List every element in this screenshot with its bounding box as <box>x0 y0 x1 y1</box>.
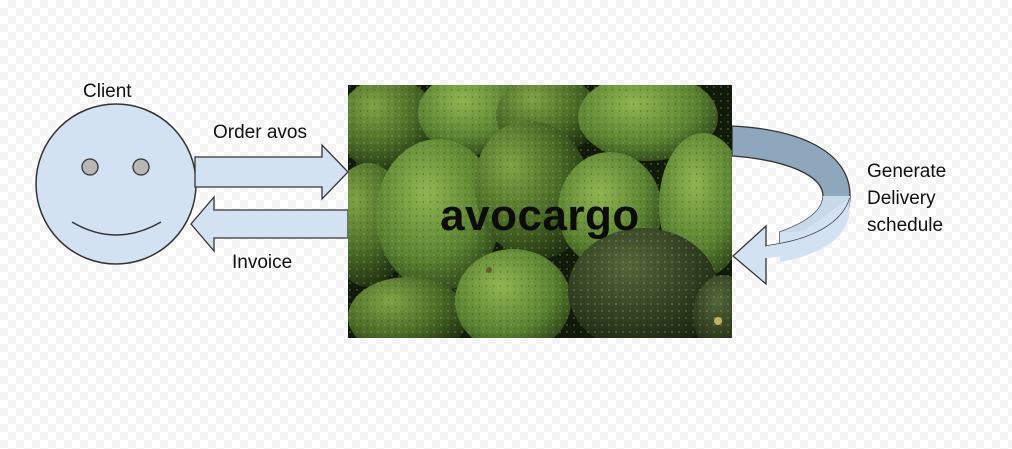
loop-label-line-1: Generate <box>867 161 947 182</box>
avocado-photo: avocargo <box>348 85 732 338</box>
schedule-loop-arrow <box>731 125 851 286</box>
loop-label-line-3: schedule <box>867 215 944 236</box>
loop-label-line-2: Delivery <box>867 188 936 209</box>
left-eye <box>81 158 99 176</box>
right-eye <box>132 158 150 176</box>
client-face <box>35 103 197 265</box>
client-label: Client <box>83 81 132 102</box>
order-arrow <box>194 143 349 201</box>
invoice-label: Invoice <box>232 252 293 273</box>
invoice-arrow <box>190 195 349 253</box>
smiley-face-icon <box>35 103 197 265</box>
brand-name: avocargo <box>440 190 640 240</box>
order-avos-label: Order avos <box>213 122 307 143</box>
